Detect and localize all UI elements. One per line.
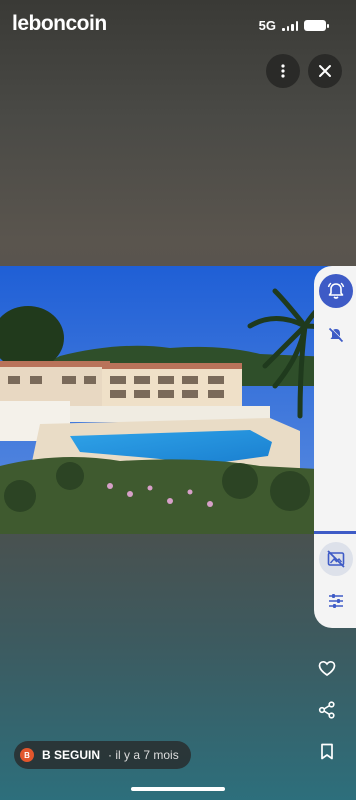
avatar: B: [20, 748, 34, 762]
share-icon: [318, 701, 335, 719]
battery-icon: [304, 20, 329, 31]
bookmark-icon: [321, 743, 333, 759]
more-vertical-icon: [281, 64, 285, 78]
author-chip[interactable]: B B SEGUIN · il y a 7 mois: [14, 741, 191, 769]
rail-accent-line: [314, 531, 356, 534]
network-indicators: 5G: [258, 18, 329, 33]
no-image-icon: [327, 550, 345, 568]
post-time: · il y a 7 mois: [108, 748, 179, 762]
home-indicator[interactable]: [131, 787, 225, 791]
save-button[interactable]: [316, 740, 338, 762]
author-name: B SEGUIN: [42, 748, 101, 762]
close-button[interactable]: [308, 54, 342, 88]
status-bar: leboncoin 5G: [0, 0, 356, 52]
mute-off-icon: [328, 327, 344, 343]
side-rail: [314, 266, 356, 628]
more-options-button[interactable]: [266, 54, 300, 88]
close-icon: [319, 65, 331, 77]
residence-pool-photo[interactable]: [0, 266, 356, 534]
sliders-icon: [329, 594, 343, 608]
signal-bars-icon: [282, 20, 298, 31]
like-button[interactable]: [316, 657, 338, 679]
app-brand: leboncoin: [12, 12, 107, 35]
filters-button[interactable]: [319, 584, 353, 618]
mute-button[interactable]: [319, 318, 353, 352]
hide-images-button[interactable]: [319, 542, 353, 576]
heart-icon: [318, 660, 336, 676]
photo-image: [0, 266, 356, 534]
alert-button[interactable]: [319, 274, 353, 308]
network-type: 5G: [258, 18, 276, 33]
bell-alarm-icon: [327, 282, 345, 299]
share-button[interactable]: [316, 699, 338, 721]
